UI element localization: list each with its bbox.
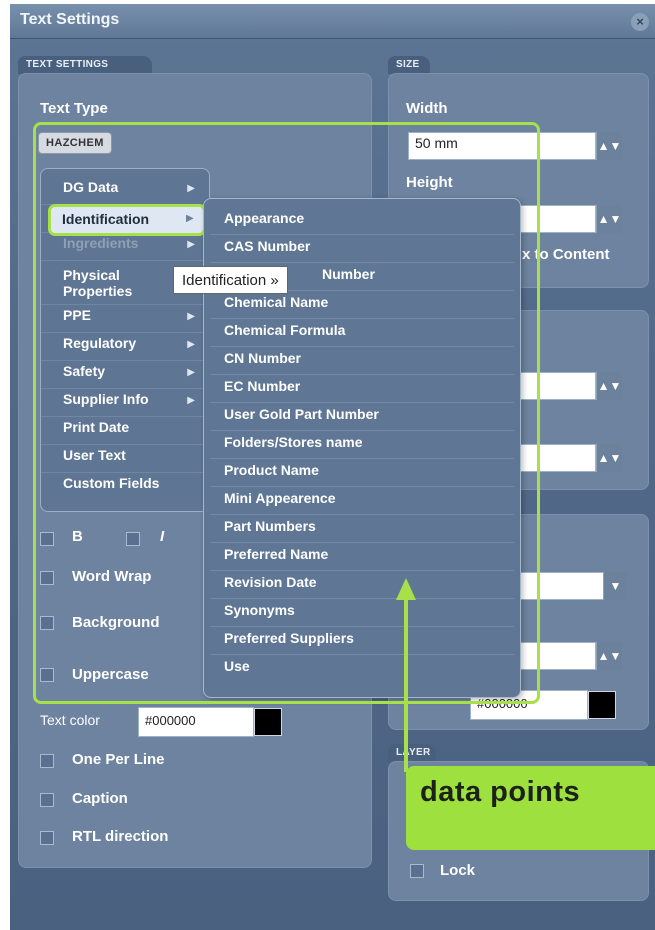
- data-points-label: data points: [420, 776, 581, 808]
- annotation-arrow-head: [396, 578, 416, 600]
